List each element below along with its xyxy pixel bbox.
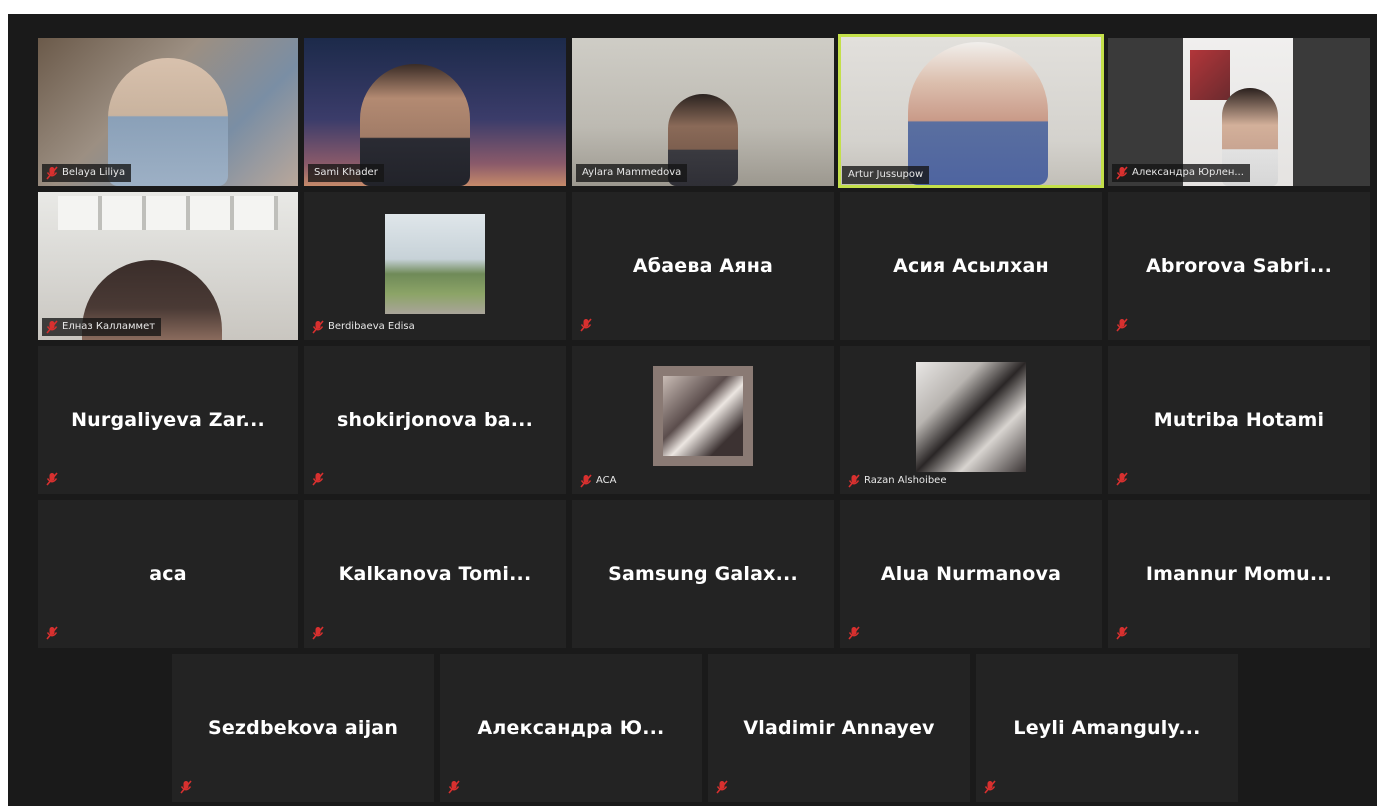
muted-mic-icon [1116,626,1128,640]
muted-mic-icon [716,780,728,794]
participant-name-label: Berdibaeva Edisa [308,318,421,336]
muted-mic-icon [848,626,860,640]
participant-name-label: Artur Jussupow [842,166,930,184]
participant-tile-video[interactable]: Sami Khader [304,38,566,186]
muted-mic-icon [448,780,460,794]
participant-tile-picture[interactable]: Berdibaeva Edisa [304,192,566,340]
participant-name: Sami Khader [314,167,378,178]
participant-name: Razan Alshoibee [864,475,947,486]
participant-name: ACA [596,475,617,486]
muted-mic-icon [46,166,58,180]
participant-tile-name[interactable]: Kalkanova Tomi... [304,500,566,648]
participant-tile-video[interactable]: Елназ Калламмет [38,192,298,340]
participant-display-name: Sezdbekova aijan [207,717,399,739]
muted-mic-icon [46,626,58,640]
participant-tile-video[interactable]: Александра Юрлен... [1108,38,1370,186]
muted-mic-icon [848,474,860,488]
participant-name: Aylara Mammedova [582,167,682,178]
participant-name: Belaya Liliya [62,167,126,178]
participant-display-name: Асия Асылхан [893,255,1049,277]
muted-mic-icon [312,626,324,640]
muted-mic-icon [1116,318,1128,332]
participant-display-name: aca [149,563,187,585]
video-feed-person [908,42,1048,185]
participant-tile-name[interactable]: shokirjonova ba... [304,346,566,494]
participant-display-name: Kalkanova Tomi... [338,563,532,585]
participant-name-label: Елназ Калламмет [42,318,162,336]
participant-tile-video-active-speaker[interactable]: Artur Jussupow [838,34,1104,188]
participant-display-name: Nurgaliyeva Zar... [71,409,265,431]
muted-mic-icon [312,320,324,334]
video-feed-artwork [1190,50,1230,100]
participant-tile-video[interactable]: Aylara Mammedova [572,38,834,186]
participant-display-name: Alua Nurmanova [880,563,1062,585]
participant-display-name: Abrorova Sabri... [1145,255,1332,277]
participant-tile-name[interactable]: Mutriba Hotami [1108,346,1370,494]
participant-name: Александра Юрлен... [1132,167,1244,178]
participant-display-name: Leyli Amanguly... [1013,717,1201,739]
participant-tile-name[interactable]: Imannur Momu... [1108,500,1370,648]
muted-mic-icon [580,318,592,332]
video-feed-cabinet [58,196,278,230]
participant-name-label: Sami Khader [308,164,384,182]
participant-tile-name[interactable]: aca [38,500,298,648]
participant-name-label: Aylara Mammedova [576,164,688,182]
participant-tile-name[interactable]: Асия Асылхан [840,192,1102,340]
profile-picture [916,362,1026,472]
participant-name-label: Belaya Liliya [42,164,132,182]
profile-picture-art [663,376,743,456]
participant-tile-name[interactable]: Vladimir Annayev [708,654,970,802]
participant-display-name: Абаева Аяна [632,255,774,277]
gallery-view: Belaya Liliya Sami Khader Aylara Mammedo… [8,14,1377,806]
muted-mic-icon [46,472,58,486]
participant-name-label: Razan Alshoibee [844,472,952,490]
participant-tile-name[interactable]: Nurgaliyeva Zar... [38,346,298,494]
muted-mic-icon [46,320,58,334]
participant-tile-name[interactable]: Leyli Amanguly... [976,654,1238,802]
muted-mic-icon [580,474,592,488]
participant-name: Berdibaeva Edisa [328,321,415,332]
participant-display-name: Imannur Momu... [1145,563,1333,585]
muted-mic-icon [1116,166,1128,180]
participant-name-label: ACA [576,472,623,490]
participant-tile-video[interactable]: Belaya Liliya [38,38,298,186]
participant-tile-name[interactable]: Абаева Аяна [572,192,834,340]
participant-display-name: Samsung Galax... [608,563,798,585]
participant-display-name: Mutriba Hotami [1153,409,1325,431]
participant-name: Artur Jussupow [848,169,924,180]
participant-tile-name[interactable]: Sezdbekova aijan [172,654,434,802]
participant-tile-name[interactable]: Samsung Galax... [572,500,834,648]
participant-display-name: Vladimir Annayev [743,717,935,739]
participant-tile-picture[interactable]: Razan Alshoibee [840,346,1102,494]
participant-tile-picture[interactable]: ACA [572,346,834,494]
participant-display-name: shokirjonova ba... [336,409,534,431]
participant-name-label: Александра Юрлен... [1112,164,1250,182]
muted-mic-icon [312,472,324,486]
participant-tile-name[interactable]: Abrorova Sabri... [1108,192,1370,340]
participant-tile-name[interactable]: Александра Ю... [440,654,702,802]
profile-picture [385,214,485,314]
participant-tile-name[interactable]: Alua Nurmanova [840,500,1102,648]
participant-display-name: Александра Ю... [477,717,665,739]
muted-mic-icon [1116,472,1128,486]
muted-mic-icon [984,780,996,794]
participant-name: Елназ Калламмет [62,321,156,332]
muted-mic-icon [180,780,192,794]
